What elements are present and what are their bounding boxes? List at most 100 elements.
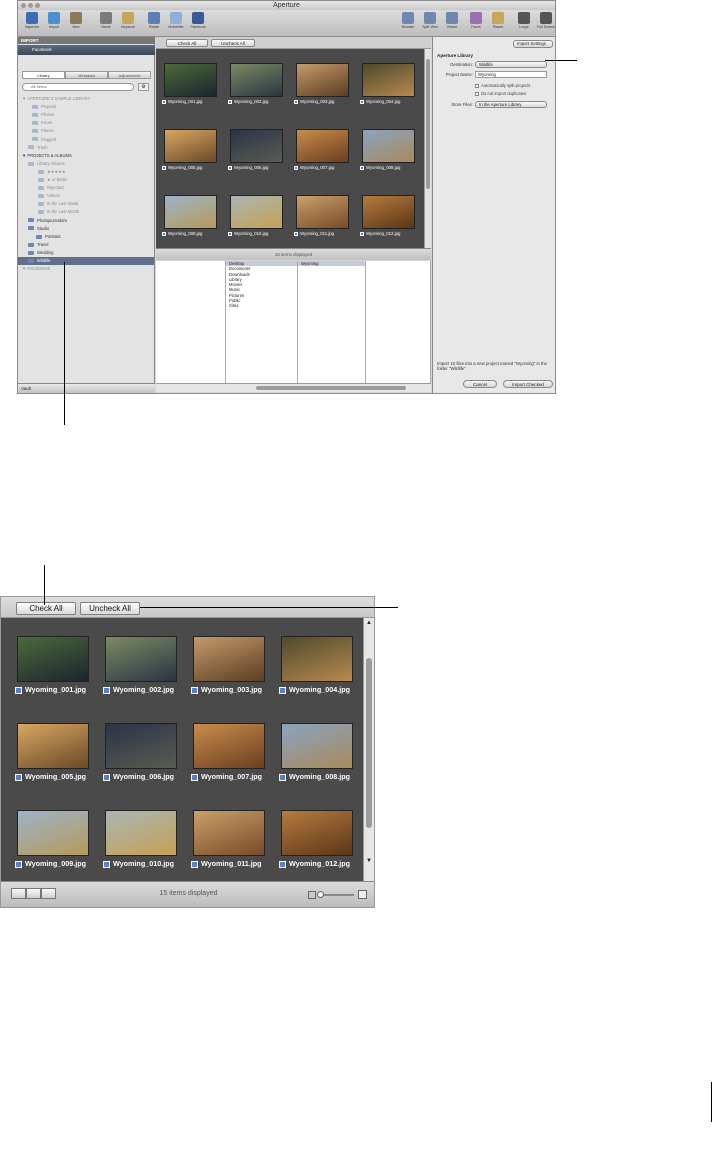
scroll-down-icon[interactable]: ▼ — [366, 858, 372, 864]
import-checkbox[interactable] — [360, 99, 364, 104]
slider-knob[interactable] — [317, 891, 324, 898]
import-checkbox[interactable] — [191, 860, 198, 868]
import-checkbox[interactable] — [279, 773, 286, 781]
tab-metadata[interactable]: Metadata — [65, 71, 108, 79]
horizontal-scrollbar[interactable] — [156, 383, 431, 392]
sidebar-item[interactable]: Library Albums — [18, 160, 154, 168]
zoom-thumbnail[interactable] — [105, 723, 177, 769]
toolbar-button-viewer[interactable]: Viewer — [442, 12, 462, 29]
thumbnail[interactable] — [296, 63, 349, 97]
thumbnail[interactable] — [164, 63, 217, 97]
zoom-window-button[interactable] — [35, 3, 40, 8]
zoom-check-all-button[interactable]: Check All — [16, 602, 76, 615]
toolbar-button-facebook[interactable]: Facebook — [188, 12, 208, 29]
thumbnail[interactable] — [230, 195, 283, 229]
tab-adjustments[interactable]: Adjustments — [108, 71, 151, 79]
thumbnail[interactable] — [362, 63, 415, 97]
zoom-thumbnail[interactable] — [281, 636, 353, 682]
sidebar-item[interactable]: Videos — [18, 192, 154, 200]
zoom-scroll-thumb[interactable] — [366, 658, 372, 828]
import-checkbox[interactable] — [191, 686, 198, 694]
import-checkbox[interactable] — [294, 165, 298, 170]
filmstrip-view-icon[interactable] — [41, 888, 56, 899]
uncheck-all-button[interactable]: Uncheck All — [211, 39, 255, 47]
zoom-thumbnail[interactable] — [193, 810, 265, 856]
toolbar-button-split-view[interactable]: Split View — [420, 12, 440, 29]
cancel-button[interactable]: Cancel — [463, 380, 497, 388]
import-checkbox[interactable] — [360, 231, 364, 236]
no-duplicates-checkbox[interactable]: Do not import duplicates — [475, 91, 526, 96]
import-checkbox[interactable] — [103, 686, 110, 694]
project-name-field[interactable]: Wyoming — [475, 71, 547, 78]
scroll-up-icon[interactable]: ▲ — [366, 620, 372, 626]
toolbar-button-inspector[interactable]: Inspector — [22, 12, 42, 29]
thumbnail[interactable] — [362, 195, 415, 229]
thumbnail[interactable] — [164, 195, 217, 229]
toolbar-button-name[interactable]: Name — [96, 12, 116, 29]
thumbnail[interactable] — [296, 195, 349, 229]
thumbnail[interactable] — [164, 129, 217, 163]
sidebar-item[interactable]: Rejected — [18, 184, 154, 192]
toolbar-button-loupe[interactable]: Loupe — [514, 12, 534, 29]
sidebar-item[interactable]: Photojournalism — [18, 217, 154, 225]
import-checkbox[interactable] — [15, 686, 22, 694]
import-checked-button[interactable]: Import Checked — [503, 380, 553, 388]
zoom-thumbnail[interactable] — [281, 810, 353, 856]
toolbar-button-full-screen[interactable]: Full Screen — [536, 12, 555, 29]
gear-icon[interactable]: ⚙ — [138, 83, 149, 91]
import-checkbox[interactable] — [103, 860, 110, 868]
sidebar-item[interactable]: Photos — [18, 111, 154, 119]
thumbnail[interactable] — [230, 63, 283, 97]
import-device-item[interactable]: Facebook — [18, 45, 155, 55]
import-checkbox[interactable] — [228, 99, 232, 104]
thumbnail[interactable] — [296, 129, 349, 163]
toolbar-button-import[interactable]: Import — [44, 12, 64, 29]
toolbar-button-mobileme[interactable]: MobileMe — [166, 12, 186, 29]
import-checkbox[interactable] — [162, 99, 166, 104]
sidebar-item[interactable]: Wedding — [18, 249, 154, 257]
import-checkbox[interactable] — [15, 860, 22, 868]
zoom-thumbnail[interactable] — [17, 810, 89, 856]
zoom-thumbnail[interactable] — [105, 810, 177, 856]
zoom-thumbnail[interactable] — [17, 636, 89, 682]
sidebar-item[interactable]: Flagged — [18, 136, 154, 144]
sidebar-item[interactable]: In the Last Week — [18, 200, 154, 208]
toolbar-button-browser[interactable]: Browser — [398, 12, 418, 29]
browser-column-item[interactable]: Sites — [226, 303, 297, 308]
browser-column-item[interactable]: Wyoming — [298, 261, 365, 267]
toolbar-button-faces[interactable]: Faces — [466, 12, 486, 29]
sidebar-item[interactable]: Places — [18, 127, 154, 135]
auto-split-checkbox[interactable]: Automatically split projects — [475, 83, 530, 88]
import-checkbox[interactable] — [294, 99, 298, 104]
thumbnail[interactable] — [230, 129, 283, 163]
check-all-button[interactable]: Check All — [166, 39, 208, 47]
import-settings-menu[interactable]: Import Settings — [513, 40, 553, 48]
library-search-input[interactable]: All Items — [22, 83, 134, 91]
toolbar-button-places[interactable]: Places — [488, 12, 508, 29]
import-checkbox[interactable] — [162, 231, 166, 236]
import-checkbox[interactable] — [360, 165, 364, 170]
sidebar-section-header[interactable]: ▼ FACEBOOK — [18, 265, 154, 273]
small-thumb-icon[interactable] — [308, 891, 316, 899]
import-checkbox[interactable] — [162, 165, 166, 170]
sidebar-item[interactable]: Trash — [18, 144, 154, 152]
import-checkbox[interactable] — [294, 231, 298, 236]
sidebar-item[interactable]: Faces — [18, 119, 154, 127]
import-checkbox[interactable] — [103, 773, 110, 781]
grid-view-icon[interactable] — [11, 888, 26, 899]
close-window-button[interactable] — [21, 3, 26, 8]
import-checkbox[interactable] — [191, 773, 198, 781]
thumbnail[interactable] — [362, 129, 415, 163]
zoom-thumbnail[interactable] — [281, 723, 353, 769]
destination-popup[interactable]: Wildlife — [475, 61, 547, 68]
zoom-thumbnail[interactable] — [193, 636, 265, 682]
sidebar-section-header[interactable]: ▼ APERTURE 3 SAMPLE LIBRARY — [18, 95, 154, 103]
toolbar-button-new[interactable]: New — [66, 12, 86, 29]
large-thumb-icon[interactable] — [358, 890, 367, 899]
sidebar-item[interactable]: ★★★★★ — [18, 168, 154, 176]
vertical-scrollbar[interactable] — [424, 49, 431, 248]
scroll-thumb[interactable] — [426, 59, 430, 189]
import-checkbox[interactable] — [279, 860, 286, 868]
import-checkbox[interactable] — [279, 686, 286, 694]
zoom-uncheck-all-button[interactable]: Uncheck All — [80, 602, 140, 615]
